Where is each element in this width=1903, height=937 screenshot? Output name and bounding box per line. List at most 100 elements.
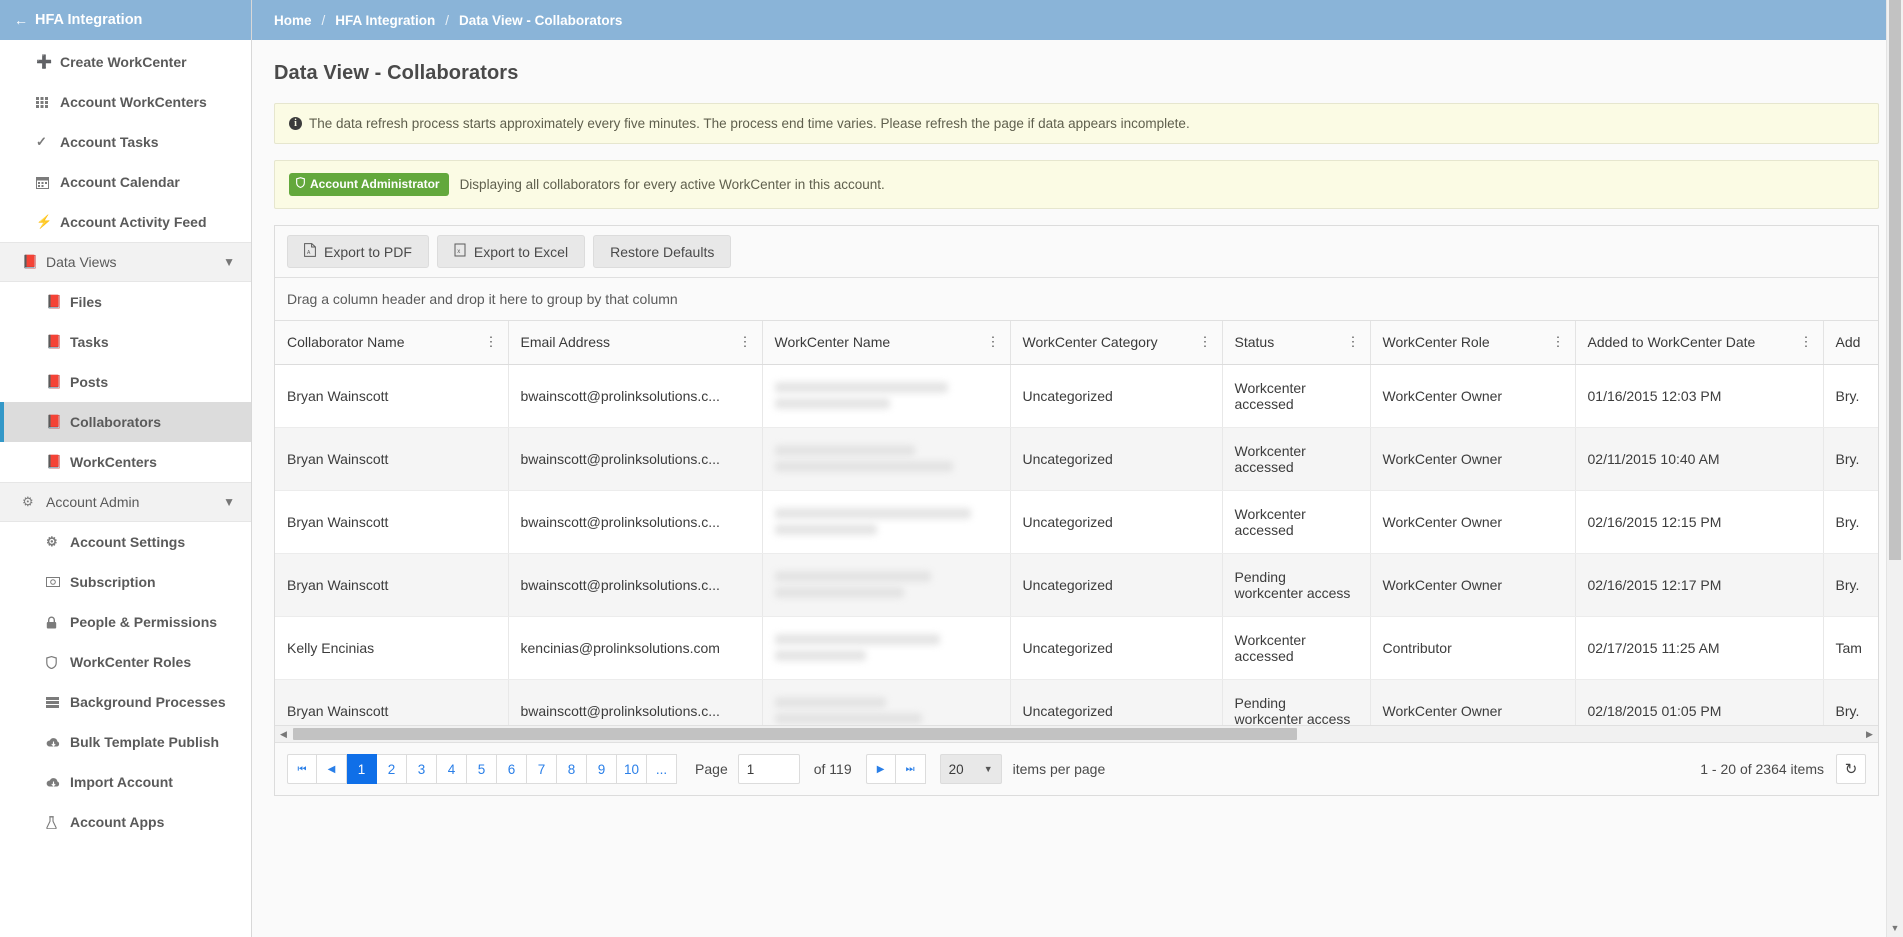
table-row[interactable]: Bryan Wainscott bwainscott@prolinksoluti… xyxy=(275,679,1878,725)
pager-page-5[interactable]: 5 xyxy=(467,754,497,784)
sidebar-group-label: Account Admin xyxy=(46,494,140,510)
table-row[interactable]: Kelly Encinias kencinias@prolinksolution… xyxy=(275,616,1878,680)
page-size-select[interactable]: 20 ▼ xyxy=(939,754,1002,784)
sidebar-item-account-tasks[interactable]: ✓ Account Tasks xyxy=(0,122,251,162)
pager-page-more[interactable]: ... xyxy=(647,754,678,784)
scope-alert-text: Displaying all collaborators for every a… xyxy=(459,177,885,192)
breadcrumb-item-home[interactable]: Home xyxy=(274,13,312,28)
pager-page-10[interactable]: 10 xyxy=(617,754,648,784)
main-region: Home / HFA Integration / Data View - Col… xyxy=(252,0,1903,937)
scroll-left-arrow-icon[interactable]: ◀ xyxy=(275,726,292,742)
sidebar-item-background-processes[interactable]: Background Processes xyxy=(0,682,251,722)
vertical-dots-icon[interactable]: ⋮ xyxy=(485,335,498,348)
sidebar-item-label: Posts xyxy=(70,374,109,390)
column-header-added-to-workcenter-date[interactable]: Added to WorkCenter Date ⋮ xyxy=(1575,321,1824,365)
money-icon xyxy=(46,577,64,587)
table-row[interactable]: Bryan Wainscott bwainscott@prolinksoluti… xyxy=(275,553,1878,617)
sidebar-item-account-settings[interactable]: ⚙ Account Settings xyxy=(0,522,251,562)
cell-status: Pending workcenter access xyxy=(1222,679,1371,725)
table-row[interactable]: Bryan Wainscott bwainscott@prolinksoluti… xyxy=(275,490,1878,554)
refresh-button[interactable]: ↻ xyxy=(1836,754,1866,784)
sidebar-item-people-permissions[interactable]: People & Permissions xyxy=(0,602,251,642)
column-header-added-by[interactable]: Add xyxy=(1823,321,1878,365)
sidebar-item-workcenters[interactable]: 📕 WorkCenters xyxy=(0,442,251,482)
sidebar-item-label: WorkCenter Roles xyxy=(70,654,192,670)
info-alert: i The data refresh process starts approx… xyxy=(274,103,1879,144)
pager-page-2[interactable]: 2 xyxy=(377,754,407,784)
vertical-dots-icon[interactable]: ⋮ xyxy=(1552,335,1565,348)
sidebar-item-account-workcenters[interactable]: Account WorkCenters xyxy=(0,82,251,122)
pager-prev-button[interactable]: ◀ xyxy=(317,754,347,784)
pager-first-button[interactable]: ⏮ xyxy=(287,754,317,784)
shield-icon xyxy=(296,177,305,191)
sidebar-item-import-account[interactable]: Import Account xyxy=(0,762,251,802)
sidebar-item-posts[interactable]: 📕 Posts xyxy=(0,362,251,402)
column-header-label: Add xyxy=(1835,334,1861,351)
sidebar-item-workcenter-roles[interactable]: WorkCenter Roles xyxy=(0,642,251,682)
sidebar-item-tasks[interactable]: 📕 Tasks xyxy=(0,322,251,362)
scroll-right-arrow-icon[interactable]: ▶ xyxy=(1861,726,1878,742)
vertical-dots-icon[interactable]: ⋮ xyxy=(739,335,752,348)
pager-page-3[interactable]: 3 xyxy=(407,754,437,784)
sidebar-item-account-calendar[interactable]: Account Calendar xyxy=(0,162,251,202)
vertical-dots-icon[interactable]: ⋮ xyxy=(1800,335,1813,348)
column-header-status[interactable]: Status ⋮ xyxy=(1222,321,1371,365)
pager-next-button[interactable]: ▶ xyxy=(865,754,896,784)
sidebar-item-label: Account WorkCenters xyxy=(60,94,207,110)
sidebar-item-subscription[interactable]: Subscription xyxy=(0,562,251,602)
column-header-email-address[interactable]: Email Address ⋮ xyxy=(508,321,763,365)
pager-last-button[interactable]: ⏭ xyxy=(895,754,926,784)
cell-added-by: Tam xyxy=(1823,616,1878,680)
pager-page-label: Page xyxy=(695,761,728,777)
column-header-workcenter-category[interactable]: WorkCenter Category ⋮ xyxy=(1010,321,1223,365)
vertical-dots-icon[interactable]: ⋮ xyxy=(1199,335,1212,348)
sidebar-item-account-activity-feed[interactable]: ⚡ Account Activity Feed xyxy=(0,202,251,242)
sidebar-item-label: Collaborators xyxy=(70,414,162,430)
page-vertical-scrollbar[interactable]: ▲ ▼ xyxy=(1886,0,1903,937)
table-row[interactable]: Bryan Wainscott bwainscott@prolinksoluti… xyxy=(275,364,1878,428)
sidebar-item-files[interactable]: 📕 Files xyxy=(0,282,251,322)
column-header-workcenter-name[interactable]: WorkCenter Name ⋮ xyxy=(762,321,1011,365)
collaborators-table: Collaborator Name ⋮ Email Address ⋮ Work… xyxy=(275,321,1878,725)
export-to-excel-button[interactable]: x Export to Excel xyxy=(436,235,586,268)
page-scroll-thumb[interactable] xyxy=(1889,0,1901,560)
sidebar-group-account-admin[interactable]: ⚙ Account Admin ▼ xyxy=(0,482,251,522)
cell-collaborator-name: Kelly Encinias xyxy=(275,616,509,680)
items-per-page-label: items per page xyxy=(1012,761,1106,777)
export-to-pdf-button[interactable]: A Export to PDF xyxy=(287,235,429,268)
sidebar-item-account-apps[interactable]: Account Apps xyxy=(0,802,251,842)
sidebar-item-collaborators[interactable]: 📕 Collaborators xyxy=(0,402,251,442)
table-row[interactable]: Bryan Wainscott bwainscott@prolinksoluti… xyxy=(275,427,1878,491)
pager-page-6[interactable]: 6 xyxy=(497,754,527,784)
gears-icon: ⚙ xyxy=(22,494,34,509)
sidebar-item-label: Account Tasks xyxy=(60,134,159,150)
breadcrumb-item-hfa-integration[interactable]: HFA Integration xyxy=(335,13,435,28)
grid-horizontal-scroll-thumb[interactable] xyxy=(293,728,1297,740)
vertical-dots-icon[interactable]: ⋮ xyxy=(1347,335,1360,348)
breadcrumb: Home / HFA Integration / Data View - Col… xyxy=(252,0,1903,40)
grid-body: Collaborator Name ⋮ Email Address ⋮ Work… xyxy=(275,321,1878,742)
pager-page-1[interactable]: 1 xyxy=(347,754,377,784)
caret-down-icon: ▼ xyxy=(983,764,993,774)
pager-page-4[interactable]: 4 xyxy=(437,754,467,784)
pager-page-9[interactable]: 9 xyxy=(587,754,617,784)
sidebar-item-create-workcenter[interactable]: ➕ Create WorkCenter xyxy=(0,42,251,82)
cloud-download-icon xyxy=(46,777,64,788)
restore-defaults-button[interactable]: Restore Defaults xyxy=(593,235,732,268)
page-scroll-down-icon[interactable]: ▼ xyxy=(1887,920,1903,937)
vertical-dots-icon[interactable]: ⋮ xyxy=(987,335,1000,348)
cell-status: Pending workcenter access xyxy=(1222,553,1371,617)
column-header-workcenter-role[interactable]: WorkCenter Role ⋮ xyxy=(1370,321,1576,365)
pager-page-8[interactable]: 8 xyxy=(557,754,587,784)
grid-horizontal-scrollbar[interactable]: ◀ ▶ xyxy=(275,725,1878,742)
pager-page-7[interactable]: 7 xyxy=(527,754,557,784)
group-drop-zone[interactable]: Drag a column header and drop it here to… xyxy=(275,278,1878,321)
data-grid-panel: A Export to PDF x Export to Excel Restor… xyxy=(274,225,1879,796)
cell-collaborator-name: Bryan Wainscott xyxy=(275,364,509,428)
pager-page-input[interactable] xyxy=(737,754,800,784)
sidebar-item-label: Subscription xyxy=(70,574,156,590)
sidebar-group-data-views[interactable]: 📕 Data Views ▼ xyxy=(0,242,251,282)
column-header-collaborator-name[interactable]: Collaborator Name ⋮ xyxy=(275,321,509,365)
sidebar-item-bulk-template-publish[interactable]: Bulk Template Publish xyxy=(0,722,251,762)
sidebar-header-back[interactable]: ← HFA Integration xyxy=(0,0,251,40)
